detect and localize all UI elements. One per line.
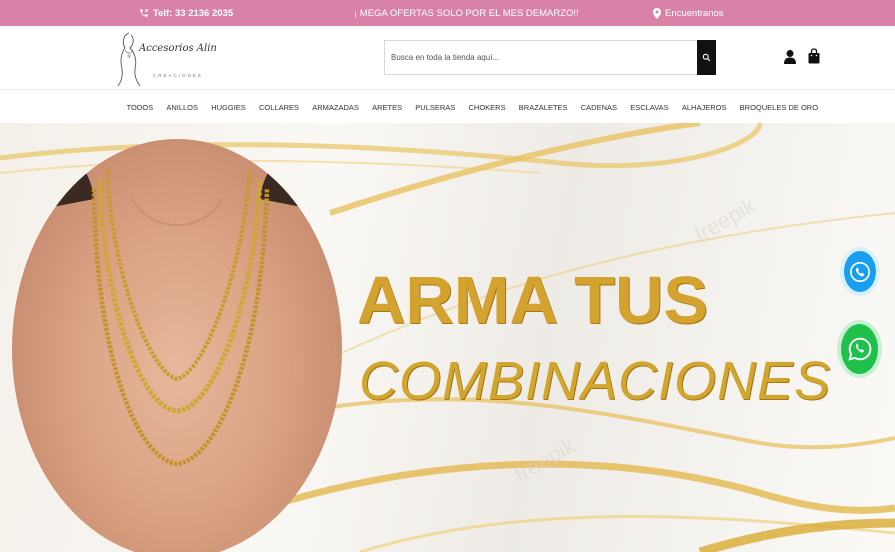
logo-wordmark: Accesorios Alin [139,43,217,54]
watermark-text: freepik [690,192,761,247]
gold-chain-necklaces [42,139,312,467]
nav-item-cadenas[interactable]: Cadenas [574,103,623,112]
category-nav: Todos Anillos Huggies Collares Armazadas… [0,91,895,123]
phone-number: Telf: 33 2136 2035 [153,7,234,19]
hero-title: ARMA TUS [357,263,709,338]
user-icon [784,50,796,64]
phone-icon [140,9,148,17]
call-float-button[interactable] [840,247,880,296]
promo-text: ¡ MEGA OFERTAS SOLO POR EL MES DEMARZO!! [354,0,579,26]
nav-item-pulseras[interactable]: Pulseras [409,103,462,112]
search-icon [702,53,711,62]
search-bar [384,40,716,75]
hero-model-photo [12,139,342,552]
category-list: Todos Anillos Huggies Collares Armazadas… [120,91,825,123]
nav-item-broqueles-de-oro[interactable]: Broqueles de oro [733,103,825,112]
promo-message: ¡ MEGA OFERTAS SOLO POR EL MES DEMARZO!! [354,7,579,19]
nav-item-esclavas[interactable]: Esclavas [624,103,676,112]
nav-item-alhajeros[interactable]: Alhajeros [675,103,733,112]
nav-item-todos[interactable]: Todos [120,103,160,112]
map-pin-icon [653,7,661,19]
search-button[interactable] [697,40,716,75]
nav-item-aretes[interactable]: Aretes [365,103,408,112]
account-button[interactable] [784,49,796,65]
nav-item-brazaletes[interactable]: Brazaletes [512,103,574,112]
logo-figure [117,32,141,87]
top-promo-bar: Telf: 33 2136 2035 ¡ MEGA OFERTAS SOLO P… [0,0,895,26]
store-logo[interactable]: Accesorios Alin CREACIONES [113,29,217,87]
location-label: Encuentranos [665,7,724,19]
phone-link[interactable]: Telf: 33 2136 2035 [139,0,233,26]
nav-item-chokers[interactable]: Chokers [462,103,512,112]
cart-button[interactable] [808,48,820,64]
logo-subtitle: CREACIONES [153,73,203,78]
whatsapp-float-button[interactable] [837,320,882,378]
site-header: Accesorios Alin CREACIONES [0,26,895,90]
nav-item-collares[interactable]: Collares [252,103,305,112]
hero-subtitle: COMBINACIONES [359,351,832,411]
nav-item-anillos[interactable]: Anillos [160,103,205,112]
shopping-bag-icon [808,48,820,64]
nav-item-huggies[interactable]: Huggies [205,103,253,112]
nav-item-armazadas[interactable]: Armazadas [306,103,366,112]
phone-call-icon [850,261,870,282]
hero-banner[interactable]: freepik freepik ARMA TUS COMBINACIONES [0,123,895,552]
whatsapp-icon [847,337,871,361]
search-input[interactable] [385,41,697,74]
location-link[interactable]: Encuentranos [653,0,724,26]
watermark-text-2: freepik [510,432,581,487]
